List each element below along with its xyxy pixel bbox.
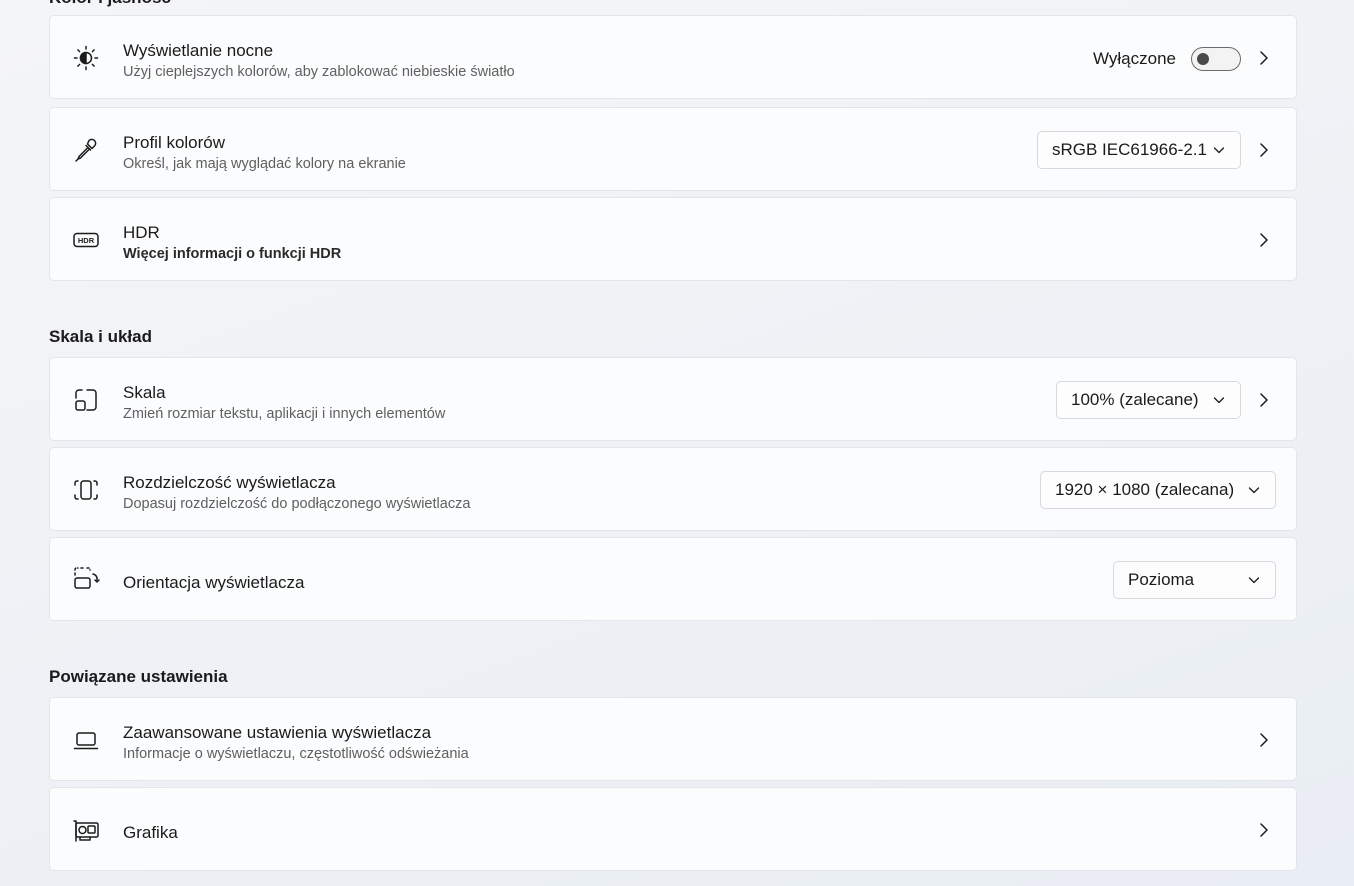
orientation-icon (72, 566, 100, 594)
orientation-dropdown-value: Pozioma (1128, 570, 1195, 589)
night-light-toggle-label: Wyłączone (1093, 49, 1176, 68)
orientation-title: Orientacja wyświetlacza (123, 573, 305, 592)
hdr-info-link[interactable]: Więcej informacji o funkcji HDR (123, 246, 341, 262)
resolution-subtitle: Dopasuj rozdzielczość do podłączonego wy… (123, 496, 471, 512)
night-light-title: Wyświetlanie nocne (123, 41, 274, 60)
orientation-card[interactable]: Orientacja wyświetlacza Pozioma (49, 537, 1297, 621)
scale-icon (72, 386, 100, 414)
orientation-dropdown[interactable]: Pozioma (1113, 561, 1276, 599)
resolution-dropdown-value: 1920 × 1080 (zalecana) (1055, 480, 1235, 499)
color-profile-dropdown-value: sRGB IEC61966-2.1 (1052, 140, 1207, 159)
hdr-icon: HDR (72, 226, 100, 254)
color-profile-title: Profil kolorów (123, 133, 226, 152)
laptop-icon (72, 726, 100, 754)
chevron-right-icon[interactable] (1256, 141, 1272, 159)
hdr-title: HDR (123, 223, 160, 242)
chevron-down-icon (1247, 573, 1261, 587)
svg-text:HDR: HDR (78, 236, 95, 245)
advanced-display-subtitle: Informacje o wyświetlaczu, częstotliwość… (123, 746, 469, 762)
color-profile-card[interactable]: Profil kolorów Określ, jak mają wyglądać… (49, 107, 1297, 191)
scale-dropdown[interactable]: 100% (zalecane) (1056, 381, 1241, 419)
toggle-knob (1197, 53, 1209, 65)
advanced-display-card[interactable]: Zaawansowane ustawienia wyświetlacza Inf… (49, 697, 1297, 781)
resolution-dropdown[interactable]: 1920 × 1080 (zalecana) (1040, 471, 1276, 509)
scale-title: Skala (123, 383, 166, 402)
hdr-card[interactable]: HDR HDR Więcej informacji o funkcji HDR (49, 197, 1297, 281)
graphics-title: Grafika (123, 823, 178, 842)
scale-card[interactable]: Skala Zmień rozmiar tekstu, aplikacji i … (49, 357, 1297, 441)
chevron-down-icon (1212, 393, 1226, 407)
chevron-right-icon[interactable] (1256, 49, 1272, 67)
chevron-down-icon (1247, 483, 1261, 497)
resolution-title: Rozdzielczość wyświetlacza (123, 473, 336, 492)
scale-subtitle: Zmień rozmiar tekstu, aplikacji i innych… (123, 406, 446, 422)
advanced-display-title: Zaawansowane ustawienia wyświetlacza (123, 723, 432, 742)
night-light-icon (72, 44, 100, 72)
graphics-card[interactable]: Grafika (49, 787, 1297, 871)
section-header-scale-layout: Skala i układ (49, 327, 152, 346)
section-header-related-settings: Powiązane ustawienia (49, 667, 228, 686)
chevron-down-icon (1212, 143, 1226, 157)
chevron-right-icon[interactable] (1256, 391, 1272, 409)
graphics-card-icon (72, 816, 100, 844)
scale-dropdown-value: 100% (zalecane) (1071, 390, 1199, 409)
night-light-subtitle: Użyj cieplejszych kolorów, aby zablokowa… (123, 64, 515, 80)
chevron-right-icon[interactable] (1256, 731, 1272, 749)
chevron-right-icon[interactable] (1256, 231, 1272, 249)
color-profile-subtitle: Określ, jak mają wyglądać kolory na ekra… (123, 156, 406, 172)
eyedropper-icon (72, 136, 100, 164)
night-light-card[interactable]: Wyświetlanie nocne Użyj cieplejszych kol… (49, 15, 1297, 99)
chevron-right-icon[interactable] (1256, 821, 1272, 839)
color-profile-dropdown[interactable]: sRGB IEC61966-2.1 (1037, 131, 1241, 169)
section-header-color-brightness: Kolor i jasność (49, 0, 171, 8)
night-light-toggle[interactable] (1191, 47, 1241, 71)
resolution-card[interactable]: Rozdzielczość wyświetlacza Dopasuj rozdz… (49, 447, 1297, 531)
resolution-icon (72, 476, 100, 504)
